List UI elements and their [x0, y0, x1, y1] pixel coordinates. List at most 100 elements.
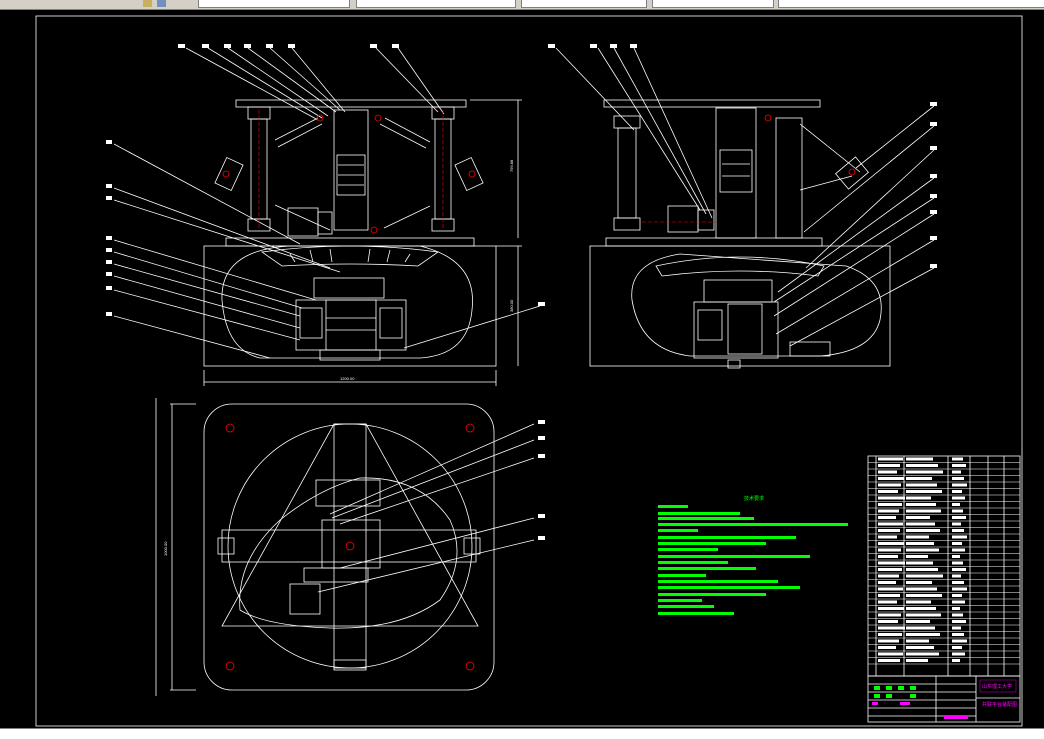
bom-cell-mark: [906, 483, 937, 487]
bom-cell-mark: [878, 470, 897, 474]
bom-cell-mark: [906, 587, 937, 591]
bom-cell-mark: [952, 470, 961, 474]
bom-cell-mark: [952, 496, 965, 500]
bom-cell-mark: [906, 600, 931, 604]
tech-notes: 技术要求: [658, 495, 848, 615]
toolbar-icon-layer[interactable]: [143, 0, 152, 7]
bom-cell-mark: [878, 477, 904, 480]
bom-cell-mark: [878, 483, 901, 487]
bom-cell-mark: [906, 496, 931, 500]
bom-cell-mark: [906, 581, 932, 584]
bom-cell-mark: [906, 659, 928, 662]
plan-view: [155, 398, 535, 696]
bom-cell-mark: [906, 652, 939, 656]
bom-cell-mark: [906, 613, 941, 617]
bom-cell-mark: [906, 490, 942, 493]
bom-cell-mark: [952, 516, 966, 519]
bom-cell-mark: [878, 587, 903, 591]
dim-front-width: 1200.00: [340, 376, 355, 381]
toolbar-icon-sun[interactable]: [157, 0, 166, 7]
bom-cell-mark: [878, 509, 899, 513]
bom-cell-mark: [878, 594, 900, 597]
bom-cell-mark: [906, 620, 930, 623]
bom-cell-mark: [906, 574, 943, 578]
bom-cell-mark: [952, 646, 962, 649]
bom-cell-mark: [906, 516, 930, 519]
toolbar-linetype-combo[interactable]: [521, 0, 647, 8]
bom-cell-mark: [906, 646, 934, 649]
bom-cell-mark: [878, 652, 903, 656]
bom-cell-mark: [952, 561, 963, 565]
bom-cell-mark: [906, 568, 938, 571]
bom-cell-mark: [878, 464, 900, 467]
bom-cell-mark: [952, 464, 966, 467]
bom-cell-mark: [906, 535, 929, 539]
bom-cell-mark: [906, 529, 940, 532]
bom-cell-mark: [952, 581, 964, 584]
bom-cell-mark: [878, 620, 898, 623]
bom-cell-mark: [878, 607, 904, 610]
bom-cell-mark: [952, 529, 964, 532]
bom-cell-mark: [878, 490, 898, 493]
toolbar-color-combo[interactable]: [356, 0, 516, 8]
bom-cell-mark: [906, 503, 936, 506]
bom-cell-mark: [906, 457, 933, 461]
bom-cell-mark: [952, 483, 967, 487]
bom-cell-mark: [906, 561, 933, 565]
bom-cell-mark: [952, 509, 963, 513]
front-view: [113, 47, 541, 386]
bom-cell-mark: [878, 561, 905, 565]
bom-cell-mark: [952, 607, 960, 610]
bom-cell-mark: [906, 594, 942, 597]
bom-cell-mark: [878, 613, 901, 617]
bom-cell-mark: [952, 600, 965, 604]
bom-cell-mark: [878, 516, 896, 519]
bom-cell-mark: [878, 529, 900, 532]
school-name: 山东理工大学: [982, 683, 1012, 690]
command-line[interactable]: [0, 728, 1044, 739]
bom-cell-mark: [952, 457, 963, 461]
cad-drawing[interactable]: 技术要求 山东理工大学 并联平台装配图 799.88 380.00 1200.0…: [0, 10, 1044, 728]
bom-cell-mark: [906, 470, 943, 474]
bom-cell-mark: [952, 542, 962, 545]
bom-cell-mark: [952, 587, 967, 591]
bom-cell-mark: [878, 542, 904, 545]
bom-cell-mark: [878, 574, 899, 578]
bom-cell-mark: [952, 490, 962, 493]
drawing-area[interactable]: 技术要求 山东理工大学 并联平台装配图 799.88 380.00 1200.0…: [0, 10, 1044, 728]
bom-cell-mark: [878, 496, 905, 500]
bom-cell-mark: [952, 659, 960, 662]
bom-cell-mark: [952, 535, 967, 539]
bom-cell-mark: [906, 607, 936, 610]
bom-cell-mark: [906, 464, 938, 467]
side-view: [555, 47, 935, 369]
bom-cell-mark: [906, 626, 935, 630]
bom-cell-mark: [906, 477, 932, 480]
dim-front-height: 799.88: [509, 159, 514, 172]
sheet-border: [35, 15, 1023, 727]
bom-cell-mark: [878, 581, 896, 584]
toolbar-plotstyle-combo[interactable]: [778, 0, 1044, 8]
bom-cell-mark: [906, 639, 929, 643]
tech-notes-title: 技术要求: [744, 495, 764, 502]
bom-cell-mark: [906, 633, 940, 636]
bom-cell-mark: [906, 509, 941, 513]
bom-cell-mark: [878, 548, 901, 552]
bom-cell-mark: [878, 646, 896, 649]
bom-cell-mark: [878, 522, 903, 526]
bom-cell-mark: [906, 542, 934, 545]
toolbar-lineweight-combo[interactable]: [652, 0, 774, 8]
bom-cell-mark: [878, 633, 902, 636]
bom-rows: [868, 457, 1020, 665]
toolbar-layer-combo[interactable]: [198, 0, 350, 8]
bom-cell-mark: [952, 626, 961, 630]
bom-cell-mark: [952, 652, 965, 656]
bom-cell-mark: [952, 522, 961, 526]
bom-cell-mark: [878, 659, 900, 662]
bom-cell-mark: [878, 600, 897, 604]
bom-cell-mark: [952, 503, 960, 506]
bom-cell-mark: [952, 555, 960, 558]
bom-cell-mark: [878, 626, 905, 630]
toolbar: [0, 0, 1044, 10]
bom-cell-mark: [952, 633, 964, 636]
